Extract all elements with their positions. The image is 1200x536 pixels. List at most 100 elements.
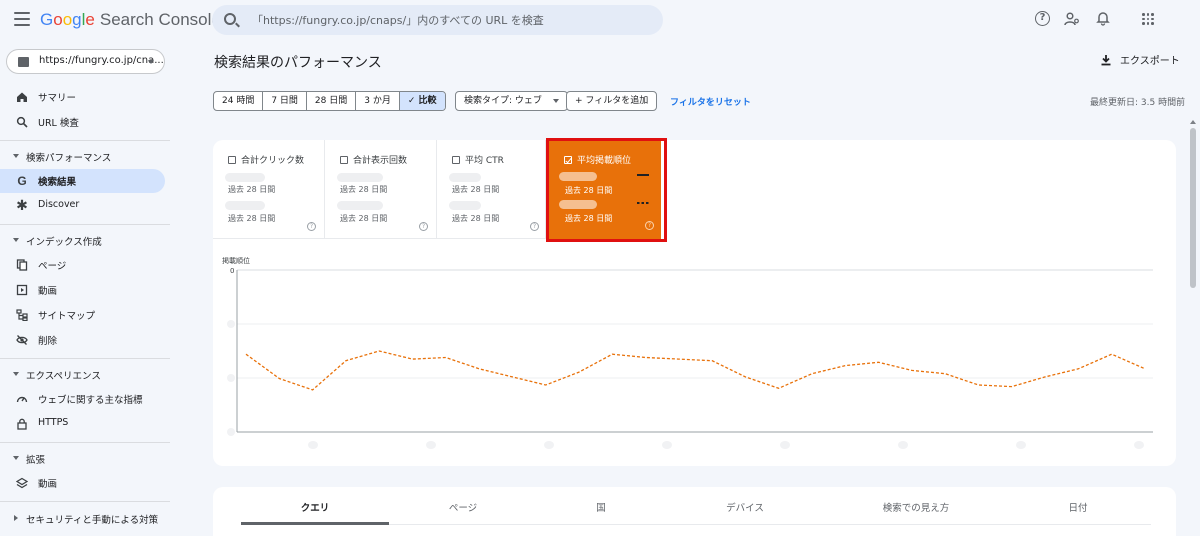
checkbox-icon[interactable]: [340, 156, 348, 164]
sidebar-item-videos[interactable]: 動画: [0, 278, 165, 302]
sidebar-item-label: 動画: [38, 286, 58, 297]
add-filter-button[interactable]: + フィルタを追加: [566, 91, 658, 111]
sidebar-divider: [0, 224, 170, 225]
chart-x-tick-redacted: [898, 441, 908, 449]
sidebar-item-label: ページ: [38, 261, 67, 272]
tab-devices[interactable]: デバイス: [726, 500, 764, 514]
property-icon: [18, 57, 29, 67]
chart-x-tick-redacted: [308, 441, 318, 449]
lock-icon: [17, 418, 27, 430]
search-type-filter[interactable]: 検索タイプ: ウェブ: [455, 91, 568, 111]
sidebar-section-enhancements[interactable]: 拡張: [0, 448, 170, 470]
checkbox-icon[interactable]: [228, 156, 236, 164]
active-tab-indicator: [241, 522, 389, 525]
chart-x-tick-redacted: [544, 441, 554, 449]
compare-label: 比較: [418, 96, 437, 106]
logo-letter: g: [72, 10, 82, 29]
sidebar-section-indexing[interactable]: インデックス作成: [0, 230, 170, 252]
property-url: https://fungry.co.jp/cna...: [39, 55, 164, 66]
section-label: セキュリティと手動による対策: [26, 515, 159, 526]
search-type-label: 検索タイプ: ウェブ: [464, 96, 542, 106]
menu-icon[interactable]: [14, 12, 30, 26]
date-range-24h[interactable]: 24 時間: [214, 92, 264, 110]
tab-search-appearance[interactable]: 検索での見え方: [883, 500, 950, 514]
date-range-selector: 24 時間 7 日間 28 日間 3 か月 ✓ 比較: [213, 91, 446, 111]
notifications-icon[interactable]: [1095, 10, 1111, 26]
chart-y-tick-redacted: [227, 428, 235, 436]
help-icon[interactable]: ?: [419, 222, 428, 231]
sidebar-item-sitemaps[interactable]: サイトマップ: [0, 303, 165, 327]
metric-value-redacted: [225, 201, 265, 210]
last-updated: 最終更新日: 3.5 時間前: [1090, 98, 1186, 108]
page-title: 検索結果のパフォーマンス: [214, 55, 382, 71]
metric-label: 平均 CTR: [465, 156, 504, 166]
logo-letter: G: [40, 10, 54, 29]
chart-series-line: [245, 350, 1146, 391]
date-range-3m[interactable]: 3 か月: [356, 92, 400, 110]
metric-value-redacted: [337, 173, 383, 182]
sidebar-item-core-web-vitals[interactable]: ウェブに関する主な指標: [0, 387, 165, 411]
caret-down-icon: [13, 154, 19, 158]
caret-down-icon: [13, 238, 19, 242]
logo-letter: o: [62, 10, 73, 29]
layers-icon: [16, 477, 28, 489]
highlight-box: [546, 138, 667, 242]
home-icon: [17, 92, 27, 102]
tab-queries[interactable]: クエリ: [301, 500, 330, 514]
scrollbar-thumb[interactable]: [1190, 128, 1196, 288]
top-app-bar: GoogleSearch Console ?: [0, 0, 1200, 40]
apps-icon[interactable]: [1142, 13, 1154, 25]
sidebar-item-label: 検索結果: [38, 177, 77, 188]
product-name: Search Console: [99, 10, 221, 29]
asterisk-icon: ✱: [16, 198, 28, 214]
sidebar-item-video-enhancement[interactable]: 動画: [0, 471, 165, 495]
tab-countries[interactable]: 国: [596, 500, 606, 514]
sidebar-section-experience[interactable]: エクスペリエンス: [0, 364, 170, 386]
download-icon: [1101, 54, 1111, 65]
sidebar-item-label: サイトマップ: [38, 311, 96, 322]
scroll-up-arrow[interactable]: [1190, 120, 1196, 124]
chart-x-tick-redacted: [426, 441, 436, 449]
sidebar-item-removals[interactable]: 削除: [0, 328, 165, 352]
sidebar-item-url-inspection[interactable]: URL 検査: [0, 110, 165, 134]
help-icon[interactable]: ?: [530, 222, 539, 231]
sidebar-section-search-performance[interactable]: 検索パフォーマンス: [0, 146, 170, 168]
metric-label: 合計クリック数: [241, 156, 305, 166]
sidebar-item-https[interactable]: HTTPS: [0, 412, 165, 436]
pages-icon: [16, 259, 28, 271]
search-input[interactable]: [252, 11, 652, 29]
metric-total-clicks[interactable]: 合計クリック数 過去 28 日間 過去 28 日間 ?: [213, 140, 325, 239]
manage-users-icon[interactable]: [1064, 11, 1080, 27]
export-button[interactable]: エクスポート: [1100, 52, 1180, 67]
sidebar-item-discover[interactable]: ✱ Discover: [0, 194, 165, 218]
gauge-icon: [16, 396, 28, 403]
metric-average-ctr[interactable]: 平均 CTR 過去 28 日間 過去 28 日間 ?: [437, 140, 546, 239]
checkbox-icon[interactable]: [452, 156, 460, 164]
section-label: エクスペリエンス: [26, 371, 101, 382]
metric-total-impressions[interactable]: 合計表示回数 過去 28 日間 過去 28 日間 ?: [325, 140, 437, 239]
caret-down-icon: [13, 372, 19, 376]
metric-period: 過去 28 日間: [340, 185, 388, 194]
section-label: 拡張: [26, 455, 46, 466]
help-icon[interactable]: ?: [1035, 11, 1050, 26]
help-icon[interactable]: ?: [307, 222, 316, 231]
position-chart[interactable]: [213, 262, 1176, 462]
url-inspection-search[interactable]: [212, 5, 663, 35]
sidebar-item-label: サマリー: [38, 93, 77, 104]
dimension-tabs-card: [213, 487, 1176, 536]
sidebar-section-security[interactable]: セキュリティと手動による対策: [0, 508, 170, 530]
sidebar-item-summary[interactable]: サマリー: [0, 85, 165, 109]
tab-dates[interactable]: 日付: [1068, 500, 1087, 514]
search-icon: [16, 116, 28, 128]
property-selector[interactable]: https://fungry.co.jp/cna...: [6, 49, 165, 74]
app-logo[interactable]: Google Search Console: [40, 10, 221, 30]
chart-x-tick-redacted: [1016, 441, 1026, 449]
sidebar-item-search-results[interactable]: G 検索結果: [0, 169, 165, 193]
date-range-28d[interactable]: 28 日間: [307, 92, 357, 110]
date-range-compare[interactable]: ✓ 比較: [399, 92, 445, 110]
sidebar-item-pages[interactable]: ページ: [0, 253, 165, 277]
tab-pages[interactable]: ページ: [449, 500, 477, 514]
reset-filters-link[interactable]: フィルタをリセット: [670, 95, 751, 108]
date-range-7d[interactable]: 7 日間: [263, 92, 307, 110]
metric-period: 過去 28 日間: [228, 185, 276, 194]
